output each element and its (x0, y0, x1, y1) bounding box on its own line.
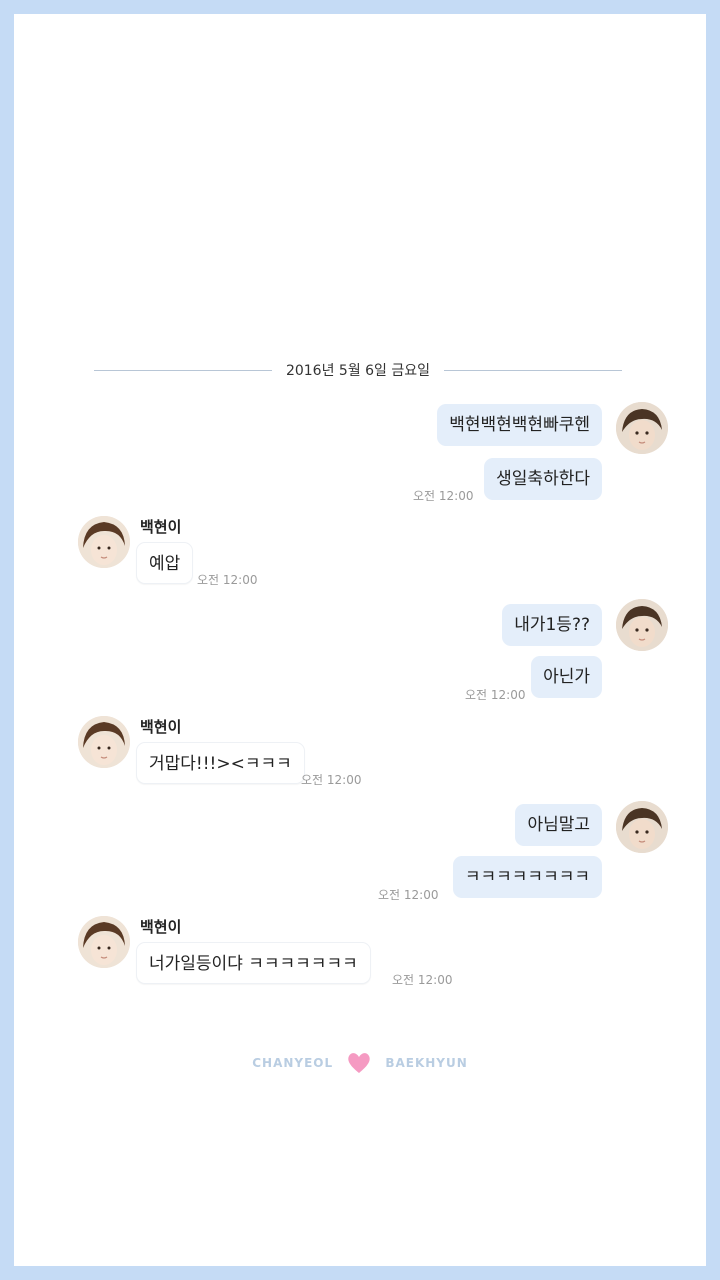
contact-avatar[interactable] (78, 716, 130, 768)
sender-name: 백현이 (140, 518, 182, 536)
contact-avatar[interactable] (78, 516, 130, 568)
message-bubble-received[interactable]: 거맙다!!!><ㅋㅋㅋ (136, 742, 305, 784)
sender-name: 백현이 (140, 918, 182, 936)
message-bubble-sent[interactable]: 생일축하한다 (484, 458, 602, 500)
message-time: 오전 12:00 (413, 489, 474, 503)
message-time: 오전 12:00 (301, 773, 362, 787)
my-avatar[interactable] (616, 402, 668, 454)
message-time: 오전 12:00 (392, 973, 453, 987)
message-bubble-received[interactable]: 너가일등이댜 ㅋㅋㅋㅋㅋㅋㅋ (136, 942, 371, 984)
date-separator: 2016년 5월 6일 금요일 (94, 360, 622, 382)
divider-right (444, 370, 622, 371)
heart-icon (348, 1053, 370, 1073)
sender-name: 백현이 (140, 718, 182, 736)
my-avatar[interactable] (616, 599, 668, 651)
date-label: 2016년 5월 6일 금요일 (285, 363, 431, 379)
message-bubble-received[interactable]: 예압 (136, 542, 194, 584)
message-bubble-sent[interactable]: 내가1등?? (502, 604, 602, 646)
message-bubble-sent[interactable]: 아닌가 (531, 656, 602, 698)
footer-left-name: CHANYEOL (252, 1056, 334, 1070)
message-bubble-sent[interactable]: 백현백현백현빠쿠헨 (437, 404, 602, 446)
message-time: 오전 12:00 (197, 573, 258, 587)
message-time: 오전 12:00 (465, 688, 526, 702)
footer-right-name: BAEKHYUN (385, 1056, 468, 1070)
my-avatar[interactable] (616, 801, 668, 853)
message-time: 오전 12:00 (378, 888, 439, 902)
message-bubble-sent[interactable]: ㅋㅋㅋㅋㅋㅋㅋㅋ (452, 856, 602, 898)
contact-avatar[interactable] (78, 916, 130, 968)
footer-caption: CHANYEOL BAEKHYUN (0, 1050, 720, 1080)
message-bubble-sent[interactable]: 아님말고 (515, 804, 602, 846)
